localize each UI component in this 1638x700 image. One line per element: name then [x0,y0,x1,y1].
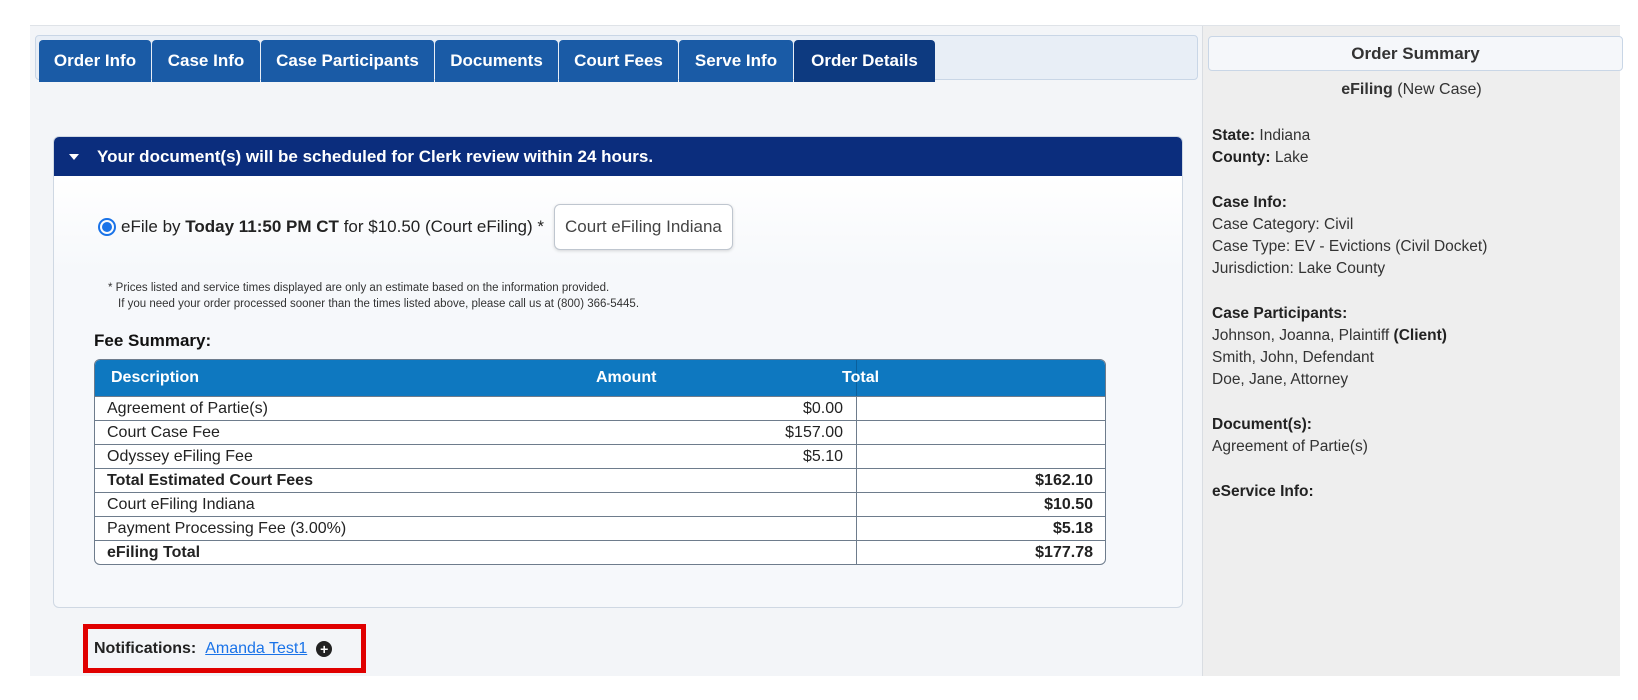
disclaimer-line-1: * Prices listed and service times displa… [108,282,610,294]
summary-document-1: Agreement of Partie(s) [1212,438,1368,455]
documents-label: Document(s): [1212,416,1312,433]
table-row: Odyssey eFiling Fee $5.10 [95,444,1105,468]
row-description: Court eFiling Indiana [107,496,255,513]
page: Order Info Case Info Case Participants D… [30,25,1623,676]
add-circle-icon[interactable]: + [316,640,333,657]
fee-table-header: Description Amount Total [95,360,1105,396]
summary-jurisdiction: Jurisdiction: Lake County [1212,260,1386,277]
order-type: eFiling (New Case) [1203,81,1620,99]
order-summary-sidebar: Order Summary eFiling (New Case) State: … [1203,26,1623,676]
column-divider [856,397,857,420]
row-amount: $0.00 [802,400,843,417]
column-divider [856,421,857,444]
order-type-bold: eFiling [1341,81,1393,98]
summary-documents-label: Document(s): [1212,416,1312,434]
price-disclaimer: * Prices listed and service times displa… [108,280,639,312]
state-value: Indiana [1259,127,1311,144]
row-total: $10.50 [1044,496,1093,513]
state-label: State: [1212,127,1256,144]
tab-court-fees[interactable]: Court Fees [559,40,678,82]
main-panel: Order Info Case Info Case Participants D… [30,26,1203,676]
table-row: eFiling Total $177.78 [95,540,1105,564]
notification-recipient-link[interactable]: Amanda Test1 [205,640,307,658]
tab-order-details[interactable]: Order Details [794,40,935,82]
notifications-label: Notifications: [94,639,197,657]
table-row: Court Case Fee $157.00 [95,420,1105,444]
radio-dot [102,222,112,232]
eservice-label: eService Info: [1212,483,1314,500]
summary-participants-label: Case Participants: [1212,305,1347,323]
fee-table: Description Amount Total Agreement of Pa… [94,359,1106,565]
summary-case-info-label: Case Info: [1212,194,1287,212]
efile-option[interactable]: eFile by Today 11:50 PM CT for $10.50 (C… [98,202,733,252]
row-description: eFiling Total [107,544,201,561]
tab-order-info[interactable]: Order Info [39,40,151,82]
row-total: $162.10 [1035,472,1093,489]
table-row: Payment Processing Fee (3.00%) $5.18 [95,516,1105,540]
provider-select[interactable]: Court eFiling Indiana [554,204,733,250]
clerk-review-panel: Your document(s) will be scheduled for C… [53,136,1183,608]
case-info-label: Case Info: [1212,194,1287,211]
efile-prefix: eFile by [121,217,181,236]
row-amount: $5.10 [802,448,843,465]
efile-suffix: for $10.50 (Court eFiling) * [343,217,545,236]
notifications-row: Notifications: Amanda Test1 + [83,624,366,673]
column-divider [856,493,857,516]
fee-summary-title: Fee Summary: [94,331,212,350]
caret-down-icon[interactable] [69,153,79,160]
summary-eservice-label: eService Info: [1212,483,1314,501]
tab-documents[interactable]: Documents [435,40,558,82]
summary-participant-3: Doe, Jane, Attorney [1212,371,1349,388]
summary-county: County: Lake [1212,149,1308,167]
tab-bar: Order Info Case Info Case Participants D… [35,35,1198,82]
column-divider [856,445,857,468]
row-description: Payment Processing Fee (3.00%) [107,520,347,537]
row-total: $177.78 [1035,544,1093,561]
row-description: Agreement of Partie(s) [107,400,268,417]
row-total: $5.18 [1052,520,1093,537]
col-description: Description [111,369,200,386]
row-description: Odyssey eFiling Fee [107,448,253,465]
col-total: Total [842,369,880,386]
summary-case-category: Case Category: Civil [1212,216,1354,233]
order-summary-title: Order Summary [1208,36,1623,71]
row-description: Court Case Fee [107,424,220,441]
column-divider [856,469,857,492]
table-row: Total Estimated Court Fees $162.10 [95,468,1105,492]
efile-radio[interactable] [98,218,116,236]
summary-case-type: Case Type: EV - Evictions (Civil Docket) [1212,238,1488,255]
efile-deadline: Today 11:50 PM CT [185,217,339,236]
disclaimer-line-2: If you need your order processed sooner … [118,298,640,310]
county-label: County: [1212,149,1271,166]
county-value: Lake [1274,149,1309,166]
column-divider [856,517,857,540]
summary-participant-1: Johnson, Joanna, Plaintiff (Client) [1212,327,1447,345]
row-amount: $157.00 [785,424,843,441]
clerk-review-title: Your document(s) will be scheduled for C… [97,146,654,166]
summary-state: State: Indiana [1212,127,1310,145]
summary-participant-2: Smith, John, Defendant [1212,349,1374,366]
table-row: Court eFiling Indiana $10.50 [95,492,1105,516]
col-amount: Amount [596,369,657,386]
table-row: Agreement of Partie(s) $0.00 [95,396,1105,420]
clerk-review-header[interactable]: Your document(s) will be scheduled for C… [54,137,1182,176]
tab-serve-info[interactable]: Serve Info [679,40,793,82]
participants-label: Case Participants: [1212,305,1348,322]
order-type-rest: (New Case) [1397,81,1482,98]
participant-1-tag: (Client) [1393,327,1447,344]
tab-case-info[interactable]: Case Info [152,40,260,82]
row-description: Total Estimated Court Fees [107,472,313,489]
participant-1-name: Johnson, Joanna, Plaintiff [1212,327,1390,344]
tab-case-participants[interactable]: Case Participants [261,40,434,82]
column-divider [856,541,857,564]
